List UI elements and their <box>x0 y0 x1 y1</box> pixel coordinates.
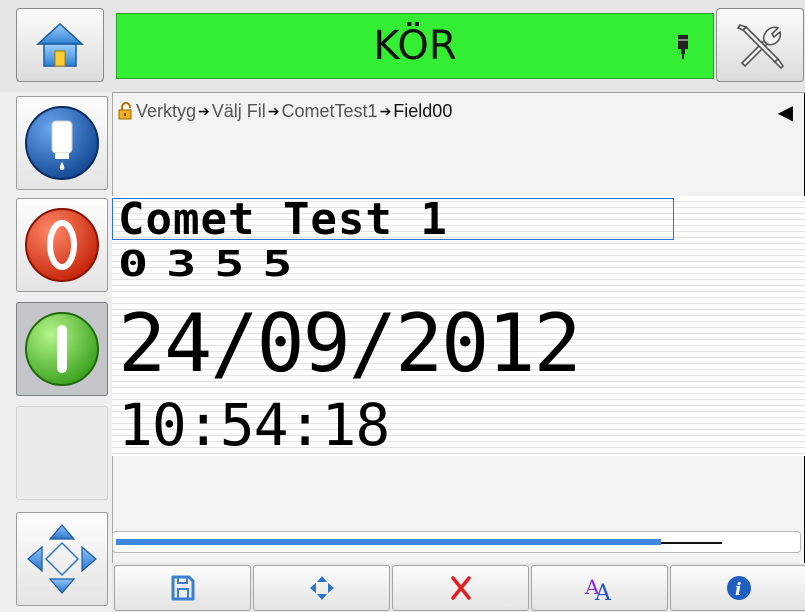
save-icon <box>171 575 194 601</box>
navigate-button[interactable] <box>16 512 108 606</box>
home-button[interactable] <box>16 8 104 82</box>
save-button[interactable] <box>114 565 251 611</box>
start-button[interactable] <box>16 302 108 396</box>
status-indicator[interactable]: KÖR <box>116 13 714 79</box>
breadcrumb-arrow-icon: ➔ <box>267 102 280 119</box>
svg-text:A: A <box>594 581 612 602</box>
bottom-toolbar: A A i <box>112 563 805 612</box>
font-icon: A A <box>584 575 612 602</box>
preview-line-3[interactable]: 24/09/2012 <box>118 304 582 384</box>
progress-remaining <box>661 542 722 544</box>
breadcrumb-item-file[interactable]: CometTest1 <box>282 101 378 122</box>
back-arrow-icon[interactable]: ◀ <box>778 100 793 124</box>
start-icon <box>25 312 99 386</box>
progress-bar <box>112 531 801 553</box>
ink-bottle-icon <box>25 106 99 180</box>
info-button[interactable]: i <box>670 565 805 611</box>
preview-line-2[interactable]: 0355 <box>118 246 310 282</box>
home-icon <box>36 22 84 67</box>
progress-fill <box>116 539 661 545</box>
info-icon: i <box>726 576 751 600</box>
left-panel <box>0 92 113 612</box>
selection-box <box>112 198 674 240</box>
top-bar: KÖR <box>0 0 805 93</box>
breadcrumb-item-current: Field00 <box>393 100 453 121</box>
tools-icon <box>736 24 785 70</box>
font-button[interactable]: A A <box>531 565 668 611</box>
lock-icon <box>118 102 132 120</box>
move-button[interactable] <box>253 565 390 611</box>
breadcrumb-item-select-file[interactable]: Välj Fil <box>212 101 266 122</box>
delete-button[interactable] <box>392 565 529 611</box>
breadcrumb-arrow-icon: ➔ <box>379 102 392 119</box>
ink-level-icon <box>678 35 688 59</box>
preview-line-4[interactable]: 10:54:18 <box>118 396 390 454</box>
stop-button[interactable] <box>16 198 108 292</box>
empty-slot-button <box>16 406 108 500</box>
delete-icon <box>450 576 471 600</box>
breadcrumb: Verktyg ➔ Välj Fil ➔ CometTest1 ➔ Field0… <box>118 95 798 127</box>
status-label: KÖR <box>373 23 457 69</box>
tools-button[interactable] <box>716 8 804 82</box>
breadcrumb-arrow-icon: ➔ <box>198 102 210 119</box>
ink-system-button[interactable] <box>16 96 108 190</box>
navigate-arrows-icon <box>27 524 97 594</box>
stop-icon <box>25 208 99 282</box>
move-icon <box>309 576 334 600</box>
svg-text:i: i <box>735 580 741 600</box>
breadcrumb-item-tools[interactable]: Verktyg <box>136 101 196 122</box>
